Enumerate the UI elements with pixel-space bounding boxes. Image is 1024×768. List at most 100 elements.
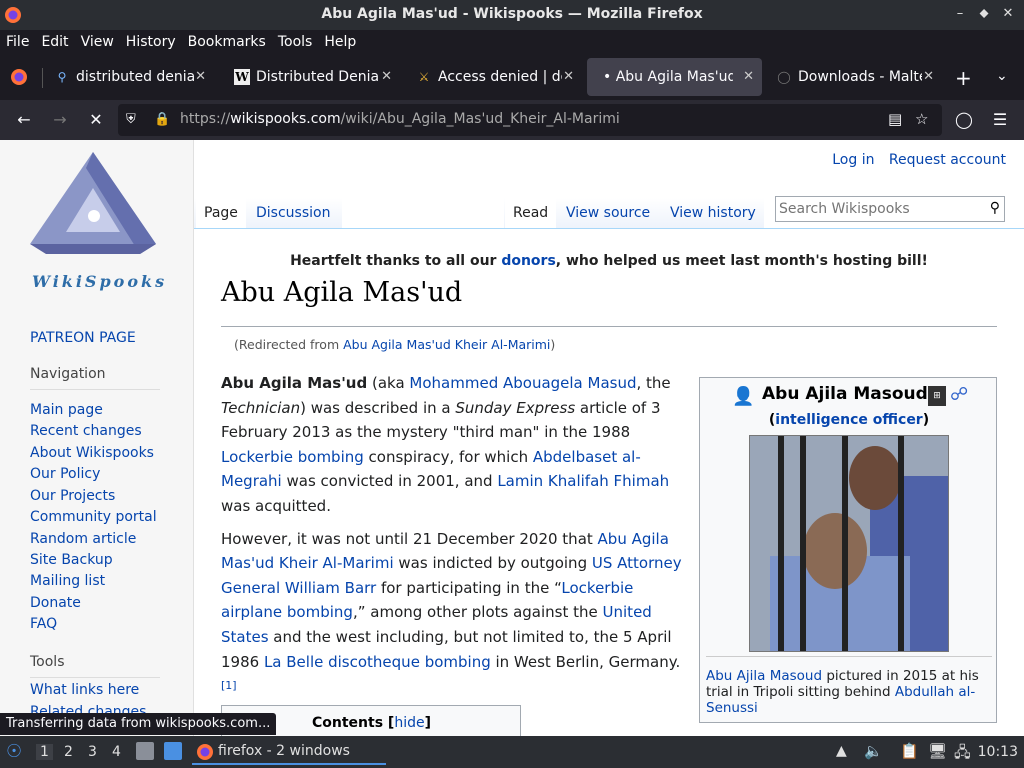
tab-view-history[interactable]: View history <box>662 198 764 228</box>
close-tab-icon[interactable]: ✕ <box>563 69 574 84</box>
link-la-belle-discotheque-bombing[interactable]: La Belle discotheque bombing <box>264 653 491 671</box>
workspace-3[interactable]: 3 <box>88 744 97 760</box>
nav-link-policy[interactable]: Our Policy <box>30 466 100 482</box>
nav-link-community-portal[interactable]: Community portal <box>30 509 157 525</box>
toc-hide-link[interactable]: hide <box>394 715 424 731</box>
nav-link-random-article[interactable]: Random article <box>30 531 136 547</box>
nav-link-site-backup[interactable]: Site Backup <box>30 552 113 568</box>
workspace-4[interactable]: 4 <box>112 744 121 760</box>
rdf-icon[interactable]: ⊞ <box>928 386 946 406</box>
workspace-2[interactable]: 2 <box>64 744 73 760</box>
menu-view[interactable]: View <box>81 34 114 50</box>
login-link[interactable]: Log in <box>832 152 874 168</box>
wiki-search-box[interactable]: ⚲ <box>775 196 1005 222</box>
stop-loading-button[interactable]: ✕ <box>84 108 108 132</box>
app-menu-icon[interactable]: ☰ <box>988 108 1012 132</box>
link-william-barr[interactable]: William Barr <box>285 579 376 597</box>
tab-downloads-malte[interactable]: ◯ Downloads - Malte ✕ <box>776 58 942 96</box>
nav-link-projects[interactable]: Our Projects <box>30 488 115 504</box>
new-tab-button[interactable]: + <box>955 66 972 90</box>
infobox-photo[interactable] <box>749 435 949 652</box>
workspace-1[interactable]: 1 <box>36 744 53 760</box>
paragraph-1: Abu Agila Mas'ud (aka Mohammed Abouagela… <box>221 374 671 515</box>
menu-help[interactable]: Help <box>324 34 356 50</box>
close-tab-icon[interactable]: ✕ <box>923 69 934 84</box>
nav-link-main-page[interactable]: Main page <box>30 402 103 418</box>
wikipedia-icon: W <box>234 69 250 85</box>
menu-tools[interactable]: Tools <box>278 34 313 50</box>
shield-icon[interactable]: ⛨ <box>126 112 136 127</box>
back-button[interactable]: ← <box>12 108 36 132</box>
url-bar[interactable]: ⛨ 🔒 https://wikispooks.com/wiki/Abu_Agil… <box>118 104 942 136</box>
tools-link-what-links-here[interactable]: What links here <box>30 682 139 698</box>
menu-bar: File Edit View History Bookmarks Tools H… <box>0 30 1024 54</box>
wikispooks-logo[interactable]: WikiSpooks <box>28 148 168 291</box>
tab-discussion[interactable]: Discussion <box>248 198 338 228</box>
lock-icon[interactable]: 🔒 <box>154 112 170 127</box>
firefox-view-icon[interactable] <box>10 68 28 86</box>
status-bar: Transferring data from wikispooks.com... <box>0 713 277 735</box>
search-icon[interactable]: ⚲ <box>990 200 1000 216</box>
intelligence-officer-link[interactable]: intelligence officer <box>775 412 922 428</box>
close-tab-icon[interactable]: ✕ <box>381 69 392 84</box>
request-account-link[interactable]: Request account <box>889 152 1006 168</box>
patreon-link[interactable]: PATREON PAGE <box>30 330 136 346</box>
nav-link-about[interactable]: About Wikispooks <box>30 445 154 461</box>
desktop-icon[interactable] <box>164 742 182 760</box>
url-text[interactable]: https://wikispooks.com/wiki/Abu_Agila_Ma… <box>180 111 620 127</box>
globe-icon: ◯ <box>777 70 791 84</box>
bookmark-star-icon[interactable]: ☆ <box>915 110 928 128</box>
menu-bookmarks[interactable]: Bookmarks <box>188 34 266 50</box>
account-icon[interactable]: ◯ <box>952 108 976 132</box>
nav-link-donate[interactable]: Donate <box>30 595 81 611</box>
taskbar: ☉ 1 2 3 4 firefox - 2 windows ▲ 🔈 📋 🖥 🖧 … <box>0 736 1024 768</box>
link-lamin-khalifah-fhimah[interactable]: Lamin Khalifah Fhimah <box>497 472 669 490</box>
link-lockerbie-bombing[interactable]: Lockerbie bombing <box>221 448 364 466</box>
logo-text: WikiSpooks <box>32 272 168 291</box>
tab-distributed-denial-search[interactable]: ⚲ distributed denial ✕ <box>54 58 214 96</box>
redirect-link[interactable]: Abu Agila Mas'ud Kheir Al-Marimi <box>343 337 550 352</box>
infobox-role: (intelligence officer) <box>768 412 930 428</box>
list-all-tabs-chevron-icon[interactable]: ⌄ <box>996 68 1008 84</box>
donors-link[interactable]: donors <box>501 253 555 269</box>
search-input[interactable] <box>776 197 976 221</box>
tab-access-denied[interactable]: ⚔ Access denied | do ✕ <box>416 58 582 96</box>
menu-file[interactable]: File <box>6 34 29 50</box>
tab-page[interactable]: Page <box>196 198 246 228</box>
close-window-button[interactable]: ✕ <box>1000 5 1016 23</box>
network-icon[interactable]: 🖧 <box>954 742 971 767</box>
tab-view-source[interactable]: View source <box>558 198 658 228</box>
close-tab-icon[interactable]: ✕ <box>743 69 754 84</box>
clock: 10:13 <box>977 744 1018 760</box>
maximize-button[interactable]: ⬥ <box>976 5 992 23</box>
volume-icon[interactable]: 🔈 <box>864 742 883 760</box>
tab-distributed-denial-wiki[interactable]: W Distributed Denial ✕ <box>234 58 400 96</box>
taskbar-firefox-button[interactable]: firefox - 2 windows <box>192 739 386 765</box>
clipboard-icon[interactable]: 📋 <box>900 742 919 760</box>
tab-abu-agila-masud[interactable]: • Abu Agila Mas'ud ✕ <box>587 58 762 96</box>
courtroom-photo-image <box>750 436 948 651</box>
reader-view-icon[interactable]: ▤ <box>888 110 902 128</box>
paragraph-2: However, it was not until 21 December 20… <box>221 529 682 693</box>
display-icon[interactable]: 🖥 <box>928 742 947 760</box>
close-tab-icon[interactable]: ✕ <box>195 69 206 84</box>
start-menu-icon[interactable]: ☉ <box>6 741 22 762</box>
nav-link-faq[interactable]: FAQ <box>30 616 57 632</box>
tab-strip: ⚲ distributed denial ✕ W Distributed Den… <box>0 54 1024 100</box>
tab-read[interactable]: Read <box>505 198 557 228</box>
warning-figure-icon: ⚔ <box>418 70 430 84</box>
nav-link-recent-changes[interactable]: Recent changes <box>30 423 142 439</box>
file-manager-icon[interactable] <box>136 742 154 760</box>
forward-button[interactable]: → <box>48 108 72 132</box>
menu-history[interactable]: History <box>126 34 176 50</box>
caption-link-abu-ajila-masoud[interactable]: Abu Ajila Masoud <box>706 668 822 684</box>
tray-up-icon[interactable]: ▲ <box>836 743 847 759</box>
link-mohammed-abouagela-masud[interactable]: Mohammed Abouagela Masud <box>409 374 636 392</box>
nav-link-mailing-list[interactable]: Mailing list <box>30 573 105 589</box>
navigation-heading: Navigation <box>30 366 106 382</box>
reference-1-link[interactable]: [1] <box>221 679 237 692</box>
menu-edit[interactable]: Edit <box>41 34 68 50</box>
share-graph-icon[interactable]: ☍ <box>950 384 968 405</box>
minimize-button[interactable]: – <box>952 5 968 23</box>
infobox: 👤 Abu Ajila Masoud ⊞ ☍ (intelligence off… <box>699 377 997 723</box>
